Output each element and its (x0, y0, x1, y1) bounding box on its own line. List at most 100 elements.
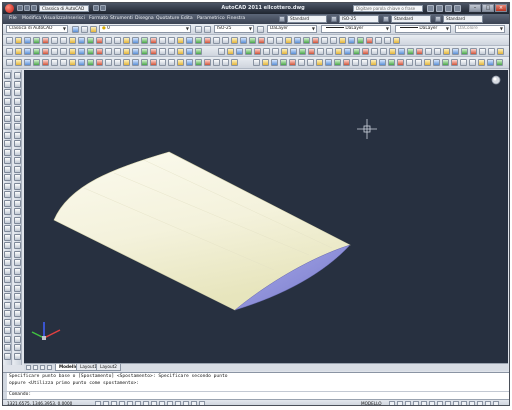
visual-style-tool-icon[interactable] (325, 59, 332, 66)
dimension-tool-icon[interactable] (78, 48, 85, 55)
modify-tool-icon[interactable] (14, 301, 21, 309)
standard-tool-icon[interactable] (123, 37, 130, 44)
draw-tool-icon[interactable] (4, 165, 11, 173)
standard-tool-icon[interactable] (60, 37, 67, 44)
draw-tool-icon[interactable] (4, 80, 11, 88)
standard-tool-icon[interactable] (51, 37, 58, 44)
visual-style-tool-icon[interactable] (406, 59, 413, 66)
standard-tool-icon[interactable] (231, 37, 238, 44)
status-tool-icon[interactable] (469, 401, 475, 405)
draw-tool-icon[interactable] (4, 131, 11, 139)
dim-style-toolbar-select[interactable]: ISO-25 ▼ (214, 25, 254, 33)
menu-quotature[interactable]: Quotature (156, 16, 179, 21)
draw-tool-icon[interactable] (4, 225, 11, 232)
visual-style-tool-icon[interactable] (496, 59, 503, 66)
standard-tool-icon[interactable] (312, 37, 319, 44)
view-tool-icon[interactable] (281, 48, 288, 55)
tab-prev-icon[interactable] (33, 365, 38, 370)
standard-tool-icon[interactable] (96, 37, 103, 44)
dimension-tool-icon[interactable] (42, 48, 49, 55)
modify-tool-icon[interactable] (14, 148, 21, 156)
close-button[interactable]: × (495, 4, 507, 12)
standard-tool-icon[interactable] (186, 37, 193, 44)
visual-style-tool-icon[interactable] (415, 59, 422, 66)
draw-tool-icon[interactable] (4, 293, 11, 300)
view-tool-icon[interactable] (308, 48, 315, 55)
status-tool-icon[interactable] (461, 401, 467, 405)
view-tool-icon[interactable] (317, 48, 324, 55)
standard-tool-icon[interactable] (375, 37, 382, 44)
draw-tool-icon[interactable] (4, 276, 11, 283)
visual-style-tool-icon[interactable] (361, 59, 368, 66)
dimension-tool-icon[interactable] (132, 48, 139, 55)
status-tool-icon[interactable] (389, 401, 395, 405)
make-current-layer-icon[interactable] (195, 26, 202, 33)
draw-tool-icon[interactable] (4, 114, 11, 122)
menu-file[interactable]: File (9, 16, 17, 21)
standard-tool-icon[interactable] (330, 37, 337, 44)
draw-tool-icon[interactable] (4, 250, 11, 258)
draw-tool-icon[interactable] (4, 335, 11, 343)
standard-tool-icon[interactable] (150, 37, 157, 44)
navigation-tool-icon[interactable] (105, 59, 112, 66)
navigation-tool-icon[interactable] (87, 59, 94, 66)
modify-tool-icon[interactable] (14, 191, 21, 198)
menu-formato[interactable]: Formato (89, 16, 108, 21)
standard-tool-icon[interactable] (105, 37, 112, 44)
visual-style-tool-icon[interactable] (307, 59, 314, 66)
menu-edita[interactable]: Edita (181, 16, 193, 21)
standard-tool-icon[interactable] (222, 37, 229, 44)
navigation-tool-icon[interactable] (186, 59, 193, 66)
save-icon[interactable] (31, 5, 37, 11)
standard-tool-icon[interactable] (303, 37, 310, 44)
view-tool-icon[interactable] (326, 48, 333, 55)
model-space-button[interactable]: MODELLO (361, 401, 382, 405)
modify-tool-icon[interactable] (14, 318, 21, 326)
standard-tool-icon[interactable] (384, 37, 391, 44)
draw-tool-icon[interactable] (4, 327, 11, 334)
draw-tool-icon[interactable] (4, 344, 11, 351)
view-tool-icon[interactable] (371, 48, 378, 55)
modify-tool-icon[interactable] (14, 327, 21, 334)
view-tool-icon[interactable] (236, 48, 243, 55)
navigation-tool-icon[interactable] (159, 59, 166, 66)
menu-inserisci[interactable]: Inserisci (66, 16, 85, 21)
table-style-select[interactable]: Standard (391, 15, 431, 23)
view-tool-icon[interactable] (488, 48, 495, 55)
modify-tool-icon[interactable] (14, 89, 21, 96)
draw-tool-icon[interactable] (4, 301, 11, 309)
visual-style-tool-icon[interactable] (487, 59, 494, 66)
draw-tool-icon[interactable] (4, 233, 11, 241)
navigation-tool-icon[interactable] (177, 59, 184, 66)
draw-tool-icon[interactable] (4, 123, 11, 130)
menu-modifica[interactable]: Modifica (22, 16, 41, 21)
dimension-tool-icon[interactable] (159, 48, 166, 55)
draw-tool-icon[interactable] (4, 216, 11, 224)
visual-style-tool-icon[interactable] (343, 59, 350, 66)
status-toggle-icon[interactable] (199, 401, 205, 405)
navigation-tool-icon[interactable] (222, 59, 229, 66)
draw-tool-icon[interactable] (4, 72, 11, 79)
visual-style-tool-icon[interactable] (298, 59, 305, 66)
standard-tool-icon[interactable] (24, 37, 31, 44)
modify-tool-icon[interactable] (14, 174, 21, 181)
layer-state-icon[interactable] (90, 26, 97, 33)
command-window-handle[interactable] (3, 373, 7, 400)
view-tool-icon[interactable] (254, 48, 261, 55)
dimension-tool-icon[interactable] (15, 48, 22, 55)
navigation-tool-icon[interactable] (141, 59, 148, 66)
layer-properties-icon[interactable] (81, 26, 88, 33)
status-tool-icon[interactable] (413, 401, 419, 405)
draw-tool-icon[interactable] (4, 89, 11, 96)
view-tool-icon[interactable] (425, 48, 432, 55)
status-tool-icon[interactable] (397, 401, 403, 405)
modify-tool-icon[interactable] (14, 335, 21, 343)
modify-tool-icon[interactable] (14, 242, 21, 249)
standard-tool-icon[interactable] (114, 37, 121, 44)
standard-tool-icon[interactable] (366, 37, 373, 44)
help-search-input[interactable]: Digitare parola chiave o frase (353, 5, 423, 12)
draw-tool-icon[interactable] (4, 267, 11, 275)
standard-tool-icon[interactable] (159, 37, 166, 44)
standard-tool-icon[interactable] (348, 37, 355, 44)
standard-tool-icon[interactable] (249, 37, 256, 44)
